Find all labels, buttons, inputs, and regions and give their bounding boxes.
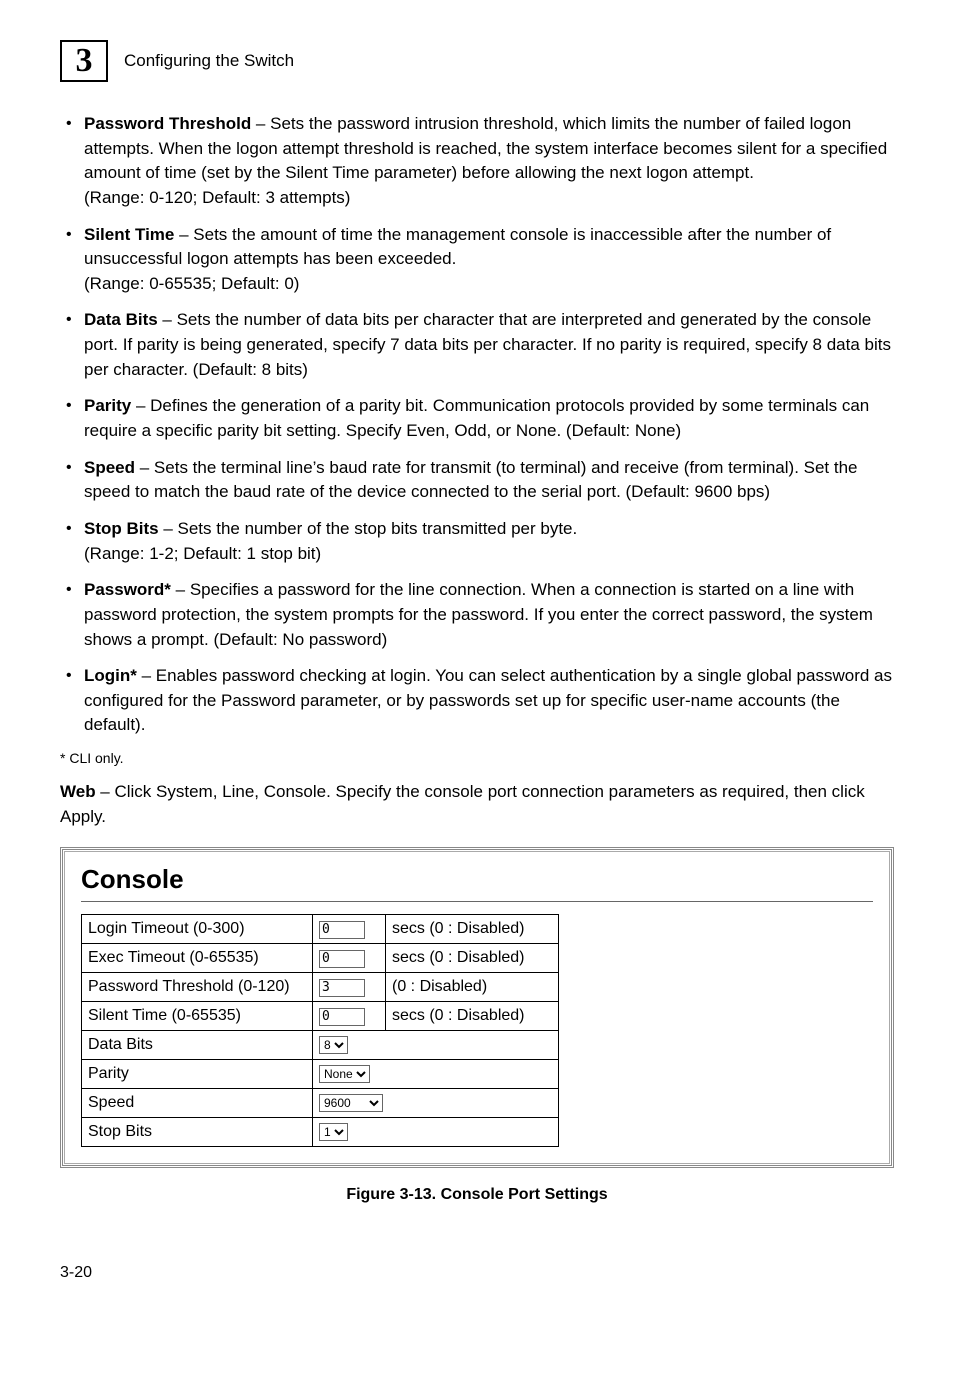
row-parity: Parity None (82, 1060, 559, 1089)
web-text: – Click System, Line, Console. Specify t… (60, 782, 865, 826)
speed-select[interactable]: 9600 (319, 1094, 383, 1112)
data-bits-select[interactable]: 8 (319, 1036, 348, 1054)
label-exec-timeout: Exec Timeout (0-65535) (82, 944, 313, 973)
list-item: Speed – Sets the terminal line’s baud ra… (60, 456, 894, 505)
cell-exec-timeout-input (313, 944, 386, 973)
list-item: Stop Bits – Sets the number of the stop … (60, 517, 894, 566)
label-silent-time: Silent Time (0-65535) (82, 1002, 313, 1031)
console-panel: Console Login Timeout (0-300) secs (0 : … (64, 851, 890, 1164)
panel-title: Console (81, 864, 873, 895)
parameter-list: Password Threshold – Sets the password i… (60, 112, 894, 738)
label-speed: Speed (82, 1089, 313, 1118)
list-item: Password* – Specifies a password for the… (60, 578, 894, 652)
suffix-silent-time: secs (0 : Disabled) (386, 1002, 559, 1031)
chapter-badge: 3 (60, 40, 108, 82)
parity-select[interactable]: None (319, 1065, 370, 1083)
label-stop-bits: Stop Bits (82, 1118, 313, 1147)
row-password-threshold: Password Threshold (0-120) (0 : Disabled… (82, 973, 559, 1002)
login-timeout-input[interactable] (319, 921, 365, 939)
label-data-bits: Data Bits (82, 1031, 313, 1060)
row-speed: Speed 9600 (82, 1089, 559, 1118)
list-item: Data Bits – Sets the number of data bits… (60, 308, 894, 382)
console-panel-outer: Console Login Timeout (0-300) secs (0 : … (60, 847, 894, 1168)
page-number: 3-20 (60, 1264, 894, 1282)
footnote: * CLI only. (60, 750, 894, 766)
cell-stop-bits-select: 1 (313, 1118, 559, 1147)
header-title: Configuring the Switch (124, 51, 294, 71)
figure-caption: Figure 3-13. Console Port Settings (60, 1186, 894, 1204)
web-instructions: Web – Click System, Line, Console. Speci… (60, 780, 894, 829)
cell-parity-select: None (313, 1060, 559, 1089)
term: Stop Bits (84, 519, 159, 538)
cell-speed-select: 9600 (313, 1089, 559, 1118)
term: Speed (84, 458, 135, 477)
term: Login* (84, 666, 137, 685)
row-exec-timeout: Exec Timeout (0-65535) secs (0 : Disable… (82, 944, 559, 973)
term: Parity (84, 396, 131, 415)
exec-timeout-input[interactable] (319, 950, 365, 968)
suffix-password-threshold: (0 : Disabled) (386, 973, 559, 1002)
stop-bits-select[interactable]: 1 (319, 1123, 348, 1141)
cell-login-timeout-input (313, 915, 386, 944)
silent-time-input[interactable] (319, 1008, 365, 1026)
row-stop-bits: Stop Bits 1 (82, 1118, 559, 1147)
password-threshold-input[interactable] (319, 979, 365, 997)
cell-data-bits-select: 8 (313, 1031, 559, 1060)
chapter-number: 3 (76, 44, 93, 78)
cell-silent-time-input (313, 1002, 386, 1031)
term: Password Threshold (84, 114, 251, 133)
cell-password-threshold-input (313, 973, 386, 1002)
term: Password* (84, 580, 171, 599)
panel-divider (81, 901, 873, 902)
row-data-bits: Data Bits 8 (82, 1031, 559, 1060)
list-item: Password Threshold – Sets the password i… (60, 112, 894, 211)
row-silent-time: Silent Time (0-65535) secs (0 : Disabled… (82, 1002, 559, 1031)
settings-table: Login Timeout (0-300) secs (0 : Disabled… (81, 914, 559, 1147)
web-label: Web (60, 782, 96, 801)
label-parity: Parity (82, 1060, 313, 1089)
term: Silent Time (84, 225, 174, 244)
label-login-timeout: Login Timeout (0-300) (82, 915, 313, 944)
page-header: 3 Configuring the Switch (60, 40, 894, 82)
list-item: Parity – Defines the generation of a par… (60, 394, 894, 443)
label-password-threshold: Password Threshold (0-120) (82, 973, 313, 1002)
term: Data Bits (84, 310, 158, 329)
list-item: Silent Time – Sets the amount of time th… (60, 223, 894, 297)
row-login-timeout: Login Timeout (0-300) secs (0 : Disabled… (82, 915, 559, 944)
suffix-exec-timeout: secs (0 : Disabled) (386, 944, 559, 973)
suffix-login-timeout: secs (0 : Disabled) (386, 915, 559, 944)
list-item: Login* – Enables password checking at lo… (60, 664, 894, 738)
